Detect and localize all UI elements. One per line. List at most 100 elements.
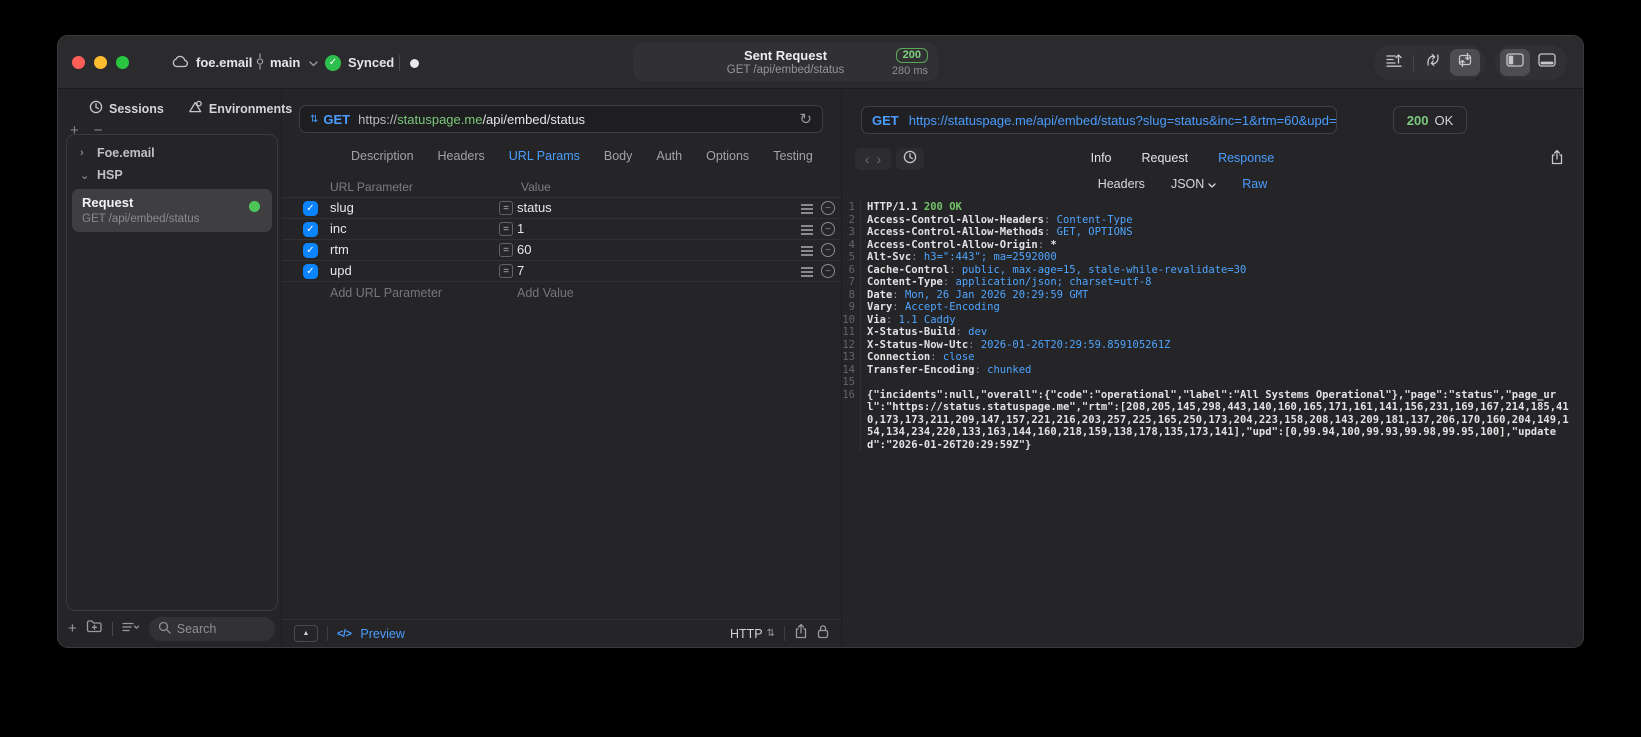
tab-response[interactable]: Response	[1218, 151, 1274, 165]
close-window-button[interactable]	[72, 56, 85, 69]
param-name-field[interactable]: slug	[330, 200, 354, 215]
url-params-table: URL Parameter Value ✓ slug = status − ✓ …	[282, 177, 841, 305]
session-dot-icon[interactable]	[410, 59, 419, 68]
request-list-item-selected[interactable]: Request GET /api/embed/status	[72, 189, 272, 232]
footer-separator	[327, 626, 328, 641]
zoom-window-button[interactable]	[116, 56, 129, 69]
tab-environments[interactable]: Environments	[188, 100, 292, 117]
tree-item-hsp[interactable]: ⌄ HSP	[67, 164, 277, 186]
line-number: 4	[842, 238, 861, 251]
request-editor-tab[interactable]: Body	[604, 149, 633, 163]
tab-environments-label: Environments	[208, 101, 293, 116]
tab-sessions[interactable]: Sessions	[89, 100, 164, 117]
reorder-handle-icon[interactable]	[801, 225, 813, 235]
reorder-handle-icon[interactable]	[801, 204, 813, 214]
request-url[interactable]: https://statuspage.me/api/embed/status	[358, 112, 585, 127]
code-line: 5 Alt-Svc: h3=":443"; ma=2592000	[842, 251, 1573, 264]
project-name: foe.email	[196, 55, 253, 70]
protocol-selector[interactable]: HTTP ⇅	[730, 627, 775, 641]
tree-item-foe-email[interactable]: › Foe.email	[67, 142, 277, 164]
subtab-json-dropdown[interactable]: JSON	[1171, 177, 1216, 191]
search-input[interactable]: Search	[148, 616, 275, 641]
export-response-button[interactable]	[1544, 148, 1570, 170]
new-request-button[interactable]: +	[68, 620, 77, 637]
project-selector[interactable]: foe.email	[172, 36, 252, 89]
layout-toggles-group	[1495, 45, 1567, 80]
cloud-icon	[172, 54, 189, 71]
line-number: 9	[842, 301, 861, 314]
equals-operator-icon[interactable]: =	[499, 243, 513, 257]
sent-request-pill[interactable]: Sent Request GET /api/embed/status 200 2…	[633, 43, 938, 81]
request-editor-tab[interactable]: Description	[351, 149, 414, 163]
request-method[interactable]: GET	[323, 112, 350, 127]
list-sort-icon	[122, 620, 140, 637]
collapse-panel-button[interactable]: ▲	[294, 625, 318, 642]
toggle-bottom-panel-button[interactable]	[1532, 49, 1562, 76]
code-line: 7 Content-Type: application/json; charse…	[842, 276, 1573, 289]
lock-button[interactable]	[817, 624, 829, 644]
sidebar: Sessions Environments + − › Foe.email ⌄ …	[58, 89, 292, 647]
response-url-box[interactable]: GET https://statuspage.me/api/embed/stat…	[861, 106, 1337, 134]
param-name-field[interactable]: upd	[330, 263, 352, 278]
method-stepper-icon[interactable]: ⇅	[310, 114, 318, 125]
new-group-button[interactable]	[86, 619, 103, 638]
line-number: 1	[842, 201, 861, 214]
code-line: 11 X-Status-Build: dev	[842, 326, 988, 339]
minimize-window-button[interactable]	[94, 56, 107, 69]
tree-item-label: Foe.email	[97, 146, 155, 160]
sort-options-button[interactable]	[122, 620, 140, 638]
param-checkbox[interactable]: ✓	[303, 201, 318, 216]
delete-param-button[interactable]: −	[821, 243, 835, 257]
param-checkbox[interactable]: ✓	[303, 222, 318, 237]
share-button[interactable]	[794, 623, 808, 644]
add-param-name-field[interactable]: Add URL Parameter	[330, 286, 442, 300]
request-editor-tab[interactable]: URL Params	[509, 149, 580, 163]
request-editor-tab[interactable]: Headers	[438, 149, 485, 163]
toggle-sidebar-button[interactable]	[1500, 49, 1530, 76]
equals-operator-icon[interactable]: =	[499, 201, 513, 215]
resend-request-button[interactable]: ↻	[799, 110, 812, 128]
equals-operator-icon[interactable]: =	[499, 264, 513, 278]
request-editor-tab[interactable]: Auth	[656, 149, 682, 163]
search-icon	[158, 621, 171, 637]
line-number: 2	[842, 213, 861, 226]
toolbar-actions-group	[1374, 45, 1485, 80]
compare-button[interactable]	[1418, 49, 1448, 76]
param-checkbox[interactable]: ✓	[303, 264, 318, 279]
share-icon	[794, 623, 808, 643]
param-name-field[interactable]: inc	[330, 221, 347, 236]
branch-selector[interactable]: main	[255, 36, 318, 89]
equals-operator-icon[interactable]: =	[499, 222, 513, 236]
preview-button[interactable]: Preview	[360, 627, 404, 641]
param-name-field[interactable]: rtm	[330, 242, 349, 257]
code-line: 8 Date: Mon, 26 Jan 2026 20:29:59 GMT	[842, 288, 1573, 301]
param-checkbox[interactable]: ✓	[303, 243, 318, 258]
send-transfer-button[interactable]	[1450, 49, 1480, 76]
subtab-raw[interactable]: Raw	[1242, 177, 1267, 191]
param-value-field[interactable]: status	[517, 200, 552, 215]
request-editor-tab[interactable]: Options	[706, 149, 749, 163]
reorder-handle-icon[interactable]	[801, 267, 813, 277]
export-lines-button[interactable]	[1379, 49, 1409, 76]
add-param-value-field[interactable]: Add Value	[517, 286, 574, 300]
subtab-headers[interactable]: Headers	[1098, 177, 1145, 191]
request-editor-panel: ⇅ GET https://statuspage.me/api/embed/st…	[282, 89, 842, 647]
param-value-field[interactable]: 1	[517, 221, 524, 236]
export-lines-icon	[1385, 52, 1403, 73]
line-number: 3	[842, 226, 861, 239]
request-editor-tab[interactable]: Testing	[773, 149, 813, 163]
tab-request[interactable]: Request	[1142, 151, 1189, 165]
sent-request-subtitle: GET /api/embed/status	[726, 64, 845, 76]
code-line: 13 Connection: close	[842, 351, 975, 364]
delete-param-button[interactable]: −	[821, 264, 835, 278]
delete-param-button[interactable]: −	[821, 201, 835, 215]
reorder-handle-icon[interactable]	[801, 246, 813, 256]
param-value-field[interactable]: 60	[517, 242, 531, 257]
protocol-label: HTTP	[729, 626, 763, 641]
sync-status[interactable]: ✓ Synced	[325, 36, 394, 89]
response-status-text: OK	[1434, 112, 1454, 128]
delete-param-button[interactable]: −	[821, 222, 835, 236]
tab-info[interactable]: Info	[1091, 151, 1112, 165]
request-url-bar[interactable]: ⇅ GET https://statuspage.me/api/embed/st…	[299, 105, 823, 133]
param-value-field[interactable]: 7	[517, 263, 524, 278]
